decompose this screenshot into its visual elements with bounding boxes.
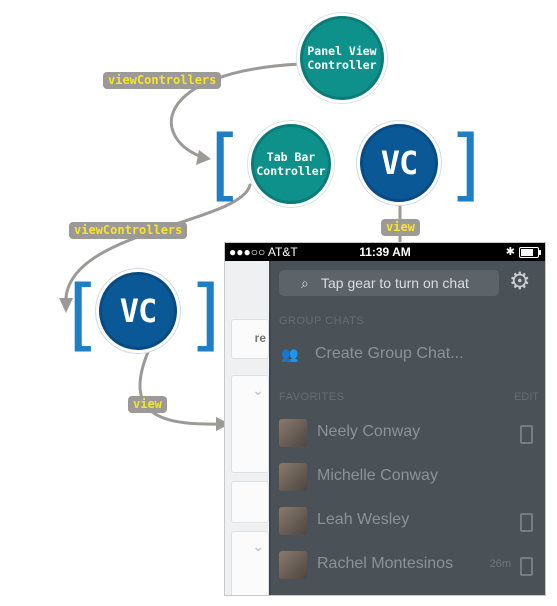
avatar bbox=[279, 551, 307, 579]
group-icon: 👥 bbox=[281, 346, 299, 362]
behind-card-1[interactable]: re bbox=[231, 319, 269, 359]
favorite-name: Neely Conway bbox=[317, 423, 421, 440]
bracket-open-top: [ bbox=[210, 120, 241, 210]
bracket-open-left: [ bbox=[68, 270, 99, 360]
favorites-edit-button[interactable]: EDIT bbox=[514, 391, 539, 403]
behind-card-3[interactable] bbox=[231, 481, 269, 523]
favorite-name: Rachel Montesinos bbox=[317, 555, 454, 572]
chat-side-panel: ⌕ Tap gear to turn on chat ⚙ GROUP CHATS… bbox=[269, 261, 545, 595]
search-placeholder: Tap gear to turn on chat bbox=[321, 275, 469, 291]
avatar bbox=[279, 463, 307, 491]
tab-bar-controller-label: Tab Bar Controller bbox=[256, 150, 326, 178]
favorite-item[interactable]: Michelle Conway bbox=[279, 457, 541, 497]
favorite-name: Michelle Conway bbox=[317, 467, 438, 484]
status-time: 11:39 AM bbox=[359, 245, 411, 259]
arrowhead-tabbar bbox=[196, 150, 211, 165]
search-input[interactable]: ⌕ Tap gear to turn on chat bbox=[279, 270, 499, 296]
tab-bar-controller-node: Tab Bar Controller bbox=[251, 124, 331, 204]
mobile-device-icon bbox=[520, 425, 533, 444]
vc-top-label: VC bbox=[380, 144, 419, 182]
gear-icon[interactable]: ⚙ bbox=[509, 268, 531, 296]
avatar bbox=[279, 507, 307, 535]
favorite-item[interactable]: Leah Wesley bbox=[279, 501, 541, 541]
vc-top-node: VC bbox=[360, 124, 438, 202]
group-chats-header: GROUP CHATS bbox=[279, 315, 365, 327]
panel-view-controller-node: Panel View Controller bbox=[300, 16, 384, 100]
avatar bbox=[279, 419, 307, 447]
label-view-top: view bbox=[381, 219, 420, 236]
vc-left-node: VC bbox=[99, 272, 177, 350]
favorite-item[interactable]: Neely Conway bbox=[279, 413, 541, 453]
label-view-controllers-left: viewControllers bbox=[69, 222, 188, 239]
bracket-close-top: ] bbox=[450, 120, 481, 210]
mobile-device-icon bbox=[520, 557, 533, 576]
favorite-item[interactable]: Rachel Montesinos 26m bbox=[279, 545, 541, 585]
behind-card-2[interactable]: ⌄ bbox=[231, 375, 269, 473]
label-view-controllers-top: viewControllers bbox=[103, 72, 222, 89]
phone-screen: ●●●○○ AT&T 11:39 AM ✱ re ⌄ ⌄ ⌕ Tap gear … bbox=[224, 242, 546, 596]
edge-vc-left-to-phone bbox=[138, 350, 224, 426]
bracket-close-left: ] bbox=[190, 270, 221, 360]
favorite-name: Leah Wesley bbox=[317, 511, 410, 528]
create-group-label: Create Group Chat... bbox=[315, 345, 464, 362]
chevron-down-icon: ⌄ bbox=[252, 538, 264, 554]
battery-icon bbox=[519, 247, 541, 258]
behind-partial-button-label: re bbox=[254, 331, 266, 345]
bluetooth-icon: ✱ bbox=[505, 246, 515, 258]
chevron-down-icon: ⌄ bbox=[252, 382, 264, 398]
behind-card-4[interactable]: ⌄ bbox=[231, 531, 269, 595]
favorites-header: FAVORITES bbox=[279, 391, 345, 403]
favorite-duration: 26m bbox=[489, 558, 511, 570]
search-icon: ⌕ bbox=[301, 275, 309, 291]
create-group-chat-item[interactable]: 👥 Create Group Chat... bbox=[279, 335, 541, 375]
status-bar: ●●●○○ AT&T 11:39 AM ✱ bbox=[225, 243, 545, 261]
panel-view-controller-label: Panel View Controller bbox=[307, 44, 377, 72]
vc-left-label: VC bbox=[119, 292, 158, 330]
mobile-device-icon bbox=[520, 513, 533, 532]
behind-panel: re ⌄ ⌄ bbox=[225, 261, 275, 595]
label-view-left: view bbox=[128, 396, 167, 413]
